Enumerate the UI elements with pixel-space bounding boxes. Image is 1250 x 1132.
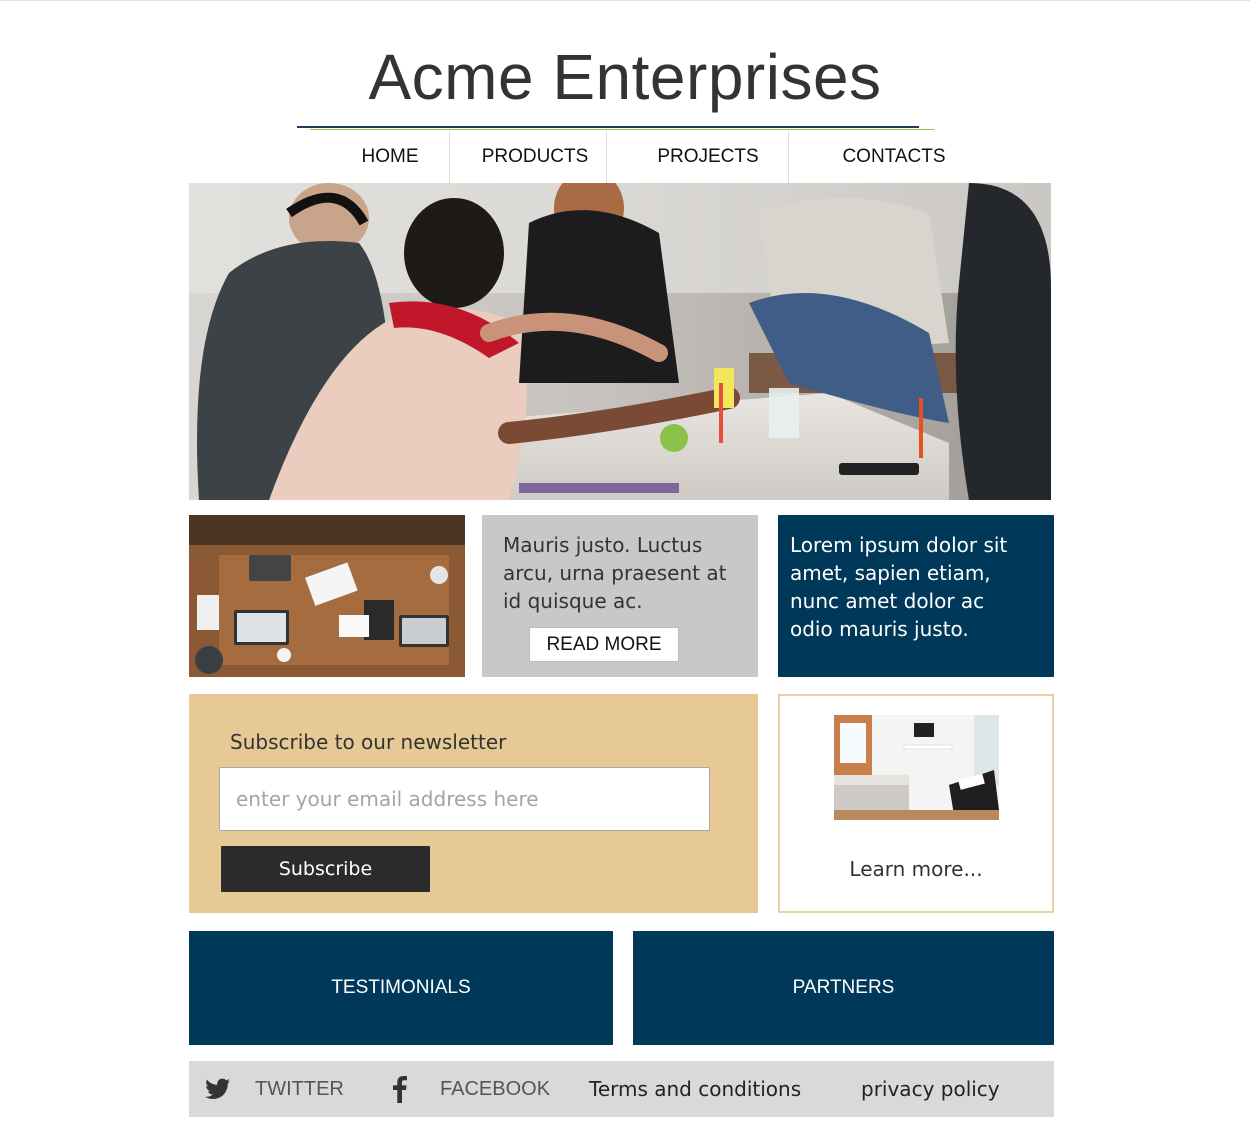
- partners-box[interactable]: PARTNERS: [633, 931, 1054, 1045]
- nav-products[interactable]: PRODUCTS: [450, 131, 620, 183]
- top-border: [0, 0, 1250, 1]
- learn-more-link[interactable]: Learn more...: [780, 857, 1052, 881]
- nav-contacts[interactable]: CONTACTS: [790, 131, 998, 183]
- info-tile-navy: Lorem ipsum dolor sit amet, sapien etiam…: [778, 515, 1054, 677]
- main-nav: HOME PRODUCTS PROJECTS CONTACTS: [310, 131, 960, 183]
- facebook-link[interactable]: FACEBOOK: [393, 1061, 550, 1117]
- title-underline: [297, 126, 919, 128]
- site-title: Acme Enterprises: [368, 41, 882, 113]
- facebook-label: FACEBOOK: [440, 1077, 551, 1100]
- nav-divider: [606, 131, 607, 183]
- newsletter-title: Subscribe to our newsletter: [230, 730, 507, 754]
- terms-link[interactable]: Terms and conditions: [589, 1061, 801, 1117]
- info-tile-navy-text: Lorem ipsum dolor sit amet, sapien etiam…: [790, 533, 1008, 641]
- nav-divider: [788, 131, 789, 183]
- office-desk-photo: [189, 515, 465, 677]
- twitter-link[interactable]: TWITTER: [205, 1061, 344, 1117]
- twitter-label: TWITTER: [255, 1077, 344, 1100]
- info-tile-gray: Mauris justo. Luctus arcu, urna praesent…: [482, 515, 758, 677]
- footer-bar: TWITTER FACEBOOK Terms and conditions pr…: [189, 1061, 1054, 1117]
- learn-more-card: Learn more...: [778, 694, 1054, 913]
- read-more-button[interactable]: READ MORE: [529, 627, 679, 662]
- bedroom-photo: [834, 715, 999, 820]
- testimonials-box[interactable]: TESTIMONIALS: [189, 931, 613, 1045]
- nav-home[interactable]: HOME: [330, 131, 450, 183]
- title-underline-accent: [310, 129, 934, 130]
- privacy-link[interactable]: privacy policy: [861, 1061, 1000, 1117]
- hero-image: [189, 183, 1051, 500]
- twitter-icon: [205, 1078, 231, 1100]
- nav-projects[interactable]: PROJECTS: [620, 131, 796, 183]
- email-input[interactable]: [219, 767, 710, 831]
- newsletter-panel: Subscribe to our newsletter Subscribe: [189, 694, 758, 913]
- subscribe-button[interactable]: Subscribe: [221, 846, 430, 892]
- info-tile-text: Mauris justo. Luctus arcu, urna praesent…: [503, 533, 727, 613]
- facebook-icon: [393, 1075, 407, 1103]
